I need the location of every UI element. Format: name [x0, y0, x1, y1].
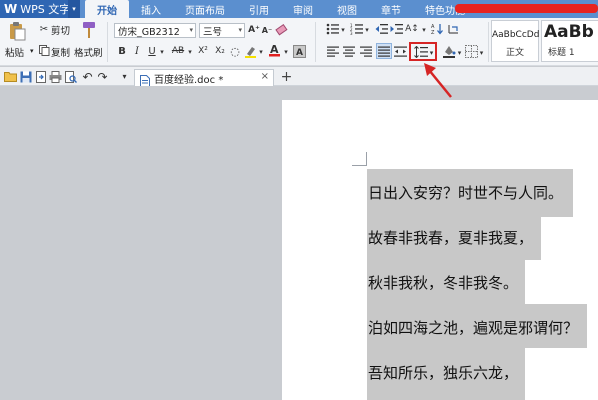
annotation-arrow-icon — [424, 63, 452, 98]
